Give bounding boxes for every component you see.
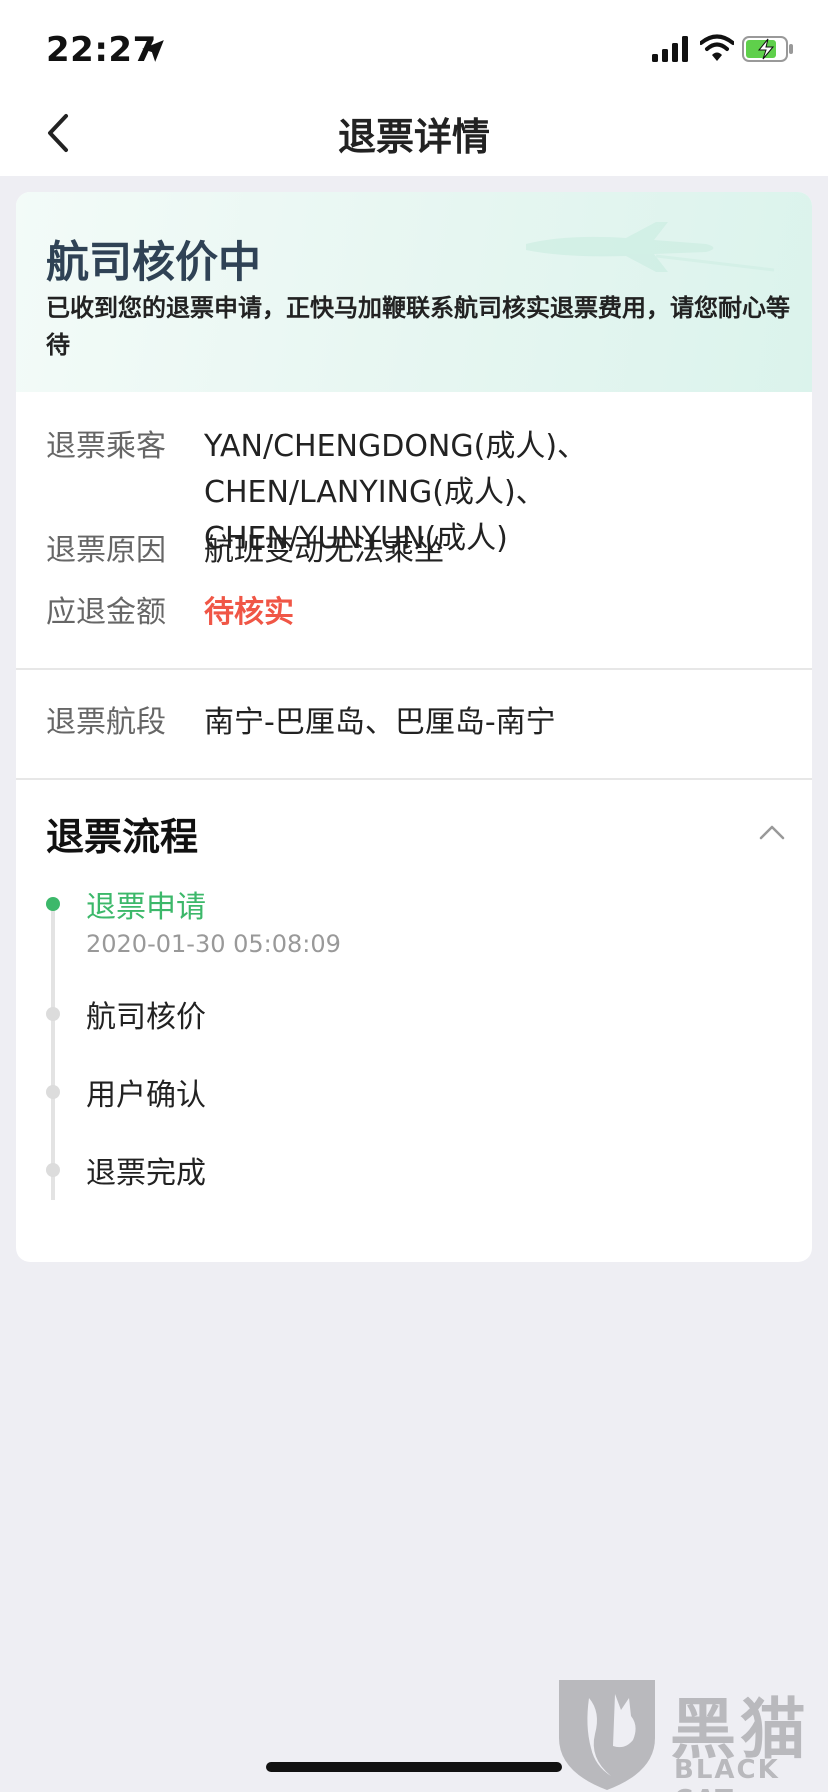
top-bar: 22:27 退票详情 xyxy=(0,0,828,176)
step-dot xyxy=(46,1007,60,1021)
watermark-cat-shield-icon xyxy=(559,1680,655,1790)
divider xyxy=(16,668,812,670)
location-arrow-icon xyxy=(142,40,164,62)
step-time-apply: 2020-01-30 05:08:09 xyxy=(86,930,341,958)
screen: 22:27 退票详情 航司核价中 已收到您的退票申请，正快马加鞭联系航司核实退票… xyxy=(0,0,828,1792)
amount-value: 待核实 xyxy=(204,595,294,630)
amount-label: 应退金额 xyxy=(46,595,166,630)
battery-charging-icon xyxy=(742,36,793,62)
step-dot xyxy=(46,1085,60,1099)
step-label-apply: 退票申请 xyxy=(86,890,206,925)
segment-label: 退票航段 xyxy=(46,705,166,740)
step-dot xyxy=(46,1163,60,1177)
timeline-line xyxy=(51,904,55,1200)
step-label-user-confirm: 用户确认 xyxy=(86,1078,206,1113)
passengers-label: 退票乘客 xyxy=(46,429,166,464)
reason-label: 退票原因 xyxy=(46,533,166,568)
divider xyxy=(16,778,812,780)
chevron-up-icon xyxy=(759,825,785,840)
refund-detail-card: 航司核价中 已收到您的退票申请，正快马加鞭联系航司核实退票费用，请您耐心等待 退… xyxy=(16,192,812,1262)
home-indicator[interactable] xyxy=(266,1762,562,1772)
signal-icon xyxy=(652,36,688,62)
step-label-airline-pricing: 航司核价 xyxy=(86,1000,206,1035)
segment-value: 南宁-巴厘岛、巴厘岛-南宁 xyxy=(204,705,556,740)
status-title: 航司核价中 xyxy=(46,238,261,288)
watermark-subtitle: BLACK CAT xyxy=(674,1755,780,1792)
collapse-button[interactable] xyxy=(758,822,786,842)
airplane-icon xyxy=(526,222,775,272)
page-title: 退票详情 xyxy=(337,115,490,159)
reason-value: 航班变动无法乘坐 xyxy=(204,533,444,568)
flow-title: 退票流程 xyxy=(46,815,199,859)
status-banner: 航司核价中 已收到您的退票申请，正快马加鞭联系航司核实退票费用，请您耐心等待 xyxy=(16,192,812,392)
step-dot-active xyxy=(46,897,60,911)
status-description: 已收到您的退票申请，正快马加鞭联系航司核实退票费用，请您耐心等待 xyxy=(46,294,790,359)
step-label-complete: 退票完成 xyxy=(86,1156,206,1191)
wifi-icon xyxy=(700,34,734,61)
